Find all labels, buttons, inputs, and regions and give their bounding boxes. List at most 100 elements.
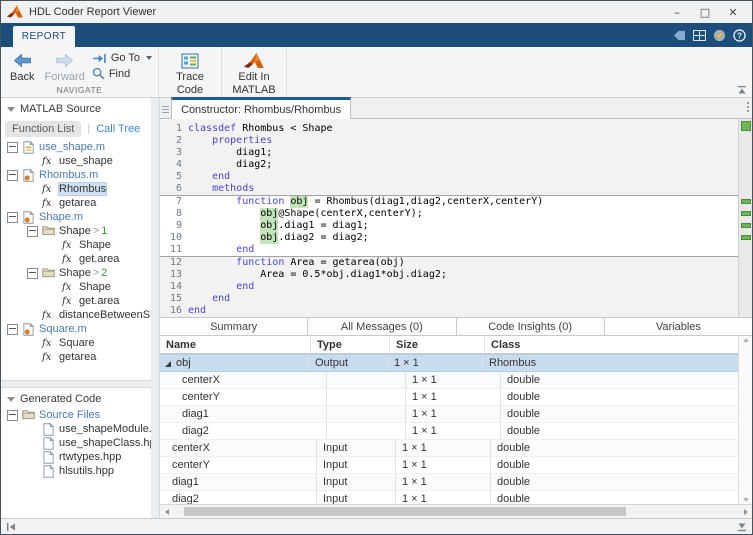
expanded-triangle-icon[interactable] xyxy=(164,359,172,367)
variable-name: centerX xyxy=(182,374,220,386)
code-lines[interactable]: 1 classdef Rhombus < Shape 2 properties 3 d… xyxy=(160,119,738,317)
table-row[interactable]: centerX 1 × 1 double xyxy=(160,372,738,389)
line-number: 4 xyxy=(175,159,182,170)
table-row[interactable]: obj Output 1 × 1 Rhombus xyxy=(160,354,738,372)
code-token: @Shape(centerX,centerY); xyxy=(278,208,423,219)
edit-in-matlab-button[interactable]: Edit In MATLAB xyxy=(228,50,280,99)
tree-item[interactable]: use_shape.m xyxy=(1,140,151,154)
overflow-dots-icon[interactable] xyxy=(747,102,749,112)
tree-item[interactable]: Shape >1 xyxy=(1,224,151,238)
tree-item[interactable]: Square.m xyxy=(1,322,151,336)
close-button[interactable]: ✕ xyxy=(720,3,746,21)
line-number: 8 xyxy=(175,208,182,219)
scroll-right-icon[interactable] xyxy=(739,508,752,515)
tree-expander-icon[interactable] xyxy=(27,225,38,237)
scroll-up-icon[interactable] xyxy=(742,338,749,342)
variable-name: diag1 xyxy=(172,476,199,488)
forward-button[interactable]: Forward xyxy=(41,50,87,85)
variable-name: centerY xyxy=(172,459,210,471)
tree-item[interactable]: fx get.area xyxy=(1,252,151,266)
minimize-button[interactable]: – xyxy=(664,3,690,21)
tree-item[interactable]: fx Shape xyxy=(1,280,151,294)
tab-constructor[interactable]: Constructor: Rhombus/Rhombus xyxy=(171,97,352,119)
tree-item[interactable]: use_shapeModule.hpp xyxy=(1,422,151,436)
tree-item[interactable]: fx Rhombus xyxy=(1,182,151,196)
panel-tab-all-messages-[interactable]: All Messages (0) xyxy=(308,318,457,335)
tree-expander-icon[interactable] xyxy=(7,169,18,181)
table-row[interactable]: diag1 1 × 1 double xyxy=(160,406,738,423)
generated-code-header[interactable]: Generated Code xyxy=(1,388,151,408)
code-token: Area = getarea(obj) xyxy=(284,257,405,268)
tree-item[interactable]: fx Shape xyxy=(1,238,151,252)
scroll-down-icon[interactable] xyxy=(742,498,749,502)
sidebar: MATLAB Source Function List | Call Tree us… xyxy=(1,98,151,518)
hpp-file-icon xyxy=(42,464,55,478)
tree-item[interactable]: fx Square xyxy=(1,336,151,350)
tree-item[interactable]: Source Files xyxy=(1,408,151,422)
collapse-bottom-panel-icon[interactable] xyxy=(737,522,747,532)
panel-tab-code-insights-[interactable]: Code Insights (0) xyxy=(456,318,605,335)
help-icon[interactable]: ? xyxy=(733,28,746,42)
table-row[interactable]: diag1 Input 1 × 1 double xyxy=(160,474,738,491)
tab-report[interactable]: REPORT xyxy=(13,26,75,47)
svg-text:?: ? xyxy=(737,30,742,40)
tree-item[interactable]: use_shapeClass.hpp xyxy=(1,436,151,450)
collapse-left-panel-icon[interactable] xyxy=(6,522,16,532)
tree-expander-icon[interactable] xyxy=(7,211,18,223)
tree-item[interactable]: Shape >2 xyxy=(1,266,151,280)
tree-expander-icon[interactable] xyxy=(7,409,18,421)
class-file-icon xyxy=(22,210,35,224)
tree-item[interactable]: Shape.m xyxy=(1,210,151,224)
hscroll-thumb[interactable] xyxy=(184,507,626,516)
cell-size: 1 × 1 xyxy=(396,457,491,473)
annotate-pencil-icon[interactable] xyxy=(713,29,726,42)
tree-item[interactable]: rtwtypes.hpp xyxy=(1,450,151,464)
tree-item[interactable]: Rhombus.m xyxy=(1,168,151,182)
table-row[interactable]: centerY 1 × 1 double xyxy=(160,389,738,406)
line-number: 16 xyxy=(169,305,182,316)
column-header-name: Name xyxy=(160,336,311,353)
class-file-icon xyxy=(22,168,35,182)
table-row[interactable]: centerX Input 1 × 1 double xyxy=(160,440,738,457)
collapse-toolbar-icon[interactable] xyxy=(737,85,747,95)
layout-grid-icon[interactable] xyxy=(693,29,706,41)
line-number: 10 xyxy=(169,232,182,243)
panel-splitter[interactable] xyxy=(151,98,160,518)
table-header-row: Name Type Size Class xyxy=(160,336,738,354)
hscroll-track[interactable] xyxy=(173,507,739,516)
trace-code-button[interactable]: Trace Code xyxy=(165,50,215,99)
matlab-source-header[interactable]: MATLAB Source xyxy=(1,98,151,118)
cell-type: Output xyxy=(309,355,388,371)
table-horizontal-scrollbar[interactable] xyxy=(160,504,752,518)
code-line: 13 Area = 0.5*obj.diag1*obj.diag2; xyxy=(160,269,738,281)
back-button[interactable]: Back xyxy=(7,50,37,85)
table-vertical-scrollbar[interactable] xyxy=(738,336,752,504)
tree-item-label: Rhombus xyxy=(57,182,108,196)
traced-variable-highlight: obj xyxy=(260,232,279,244)
tree-item[interactable]: fx get.area xyxy=(1,294,151,308)
find-button[interactable]: Find xyxy=(92,67,152,80)
tree-expander-icon[interactable] xyxy=(7,141,18,153)
tree-item[interactable]: hlsutils.hpp xyxy=(1,464,151,478)
tree-item[interactable]: fx use_shape xyxy=(1,154,151,168)
tree-item[interactable]: fx getarea xyxy=(1,196,151,210)
maximize-button[interactable]: □ xyxy=(692,3,718,21)
sidebar-tab-function-list[interactable]: Function List xyxy=(5,121,82,137)
tree-item[interactable]: fx getarea xyxy=(1,350,151,364)
table-row[interactable]: centerY Input 1 × 1 double xyxy=(160,457,738,474)
splitter-handle-icon[interactable] xyxy=(162,106,169,113)
sidebar-tab-call-tree[interactable]: Call Tree xyxy=(96,123,140,135)
tree-expander-icon[interactable] xyxy=(27,267,38,279)
code-annotation-bar[interactable] xyxy=(738,119,752,317)
table-row[interactable]: diag2 1 × 1 double xyxy=(160,423,738,440)
tree-item[interactable]: fx distanceBetweenShapes xyxy=(1,308,151,322)
panel-tab-summary[interactable]: Summary xyxy=(160,318,309,335)
tree-expander-icon[interactable] xyxy=(7,323,18,335)
scroll-left-icon[interactable] xyxy=(160,508,173,515)
chevron-left-icon[interactable] xyxy=(673,30,686,41)
goto-button[interactable]: Go To xyxy=(92,52,152,64)
panel-tab-variables[interactable]: Variables xyxy=(604,318,752,335)
cell-class: Rhombus xyxy=(489,357,537,369)
